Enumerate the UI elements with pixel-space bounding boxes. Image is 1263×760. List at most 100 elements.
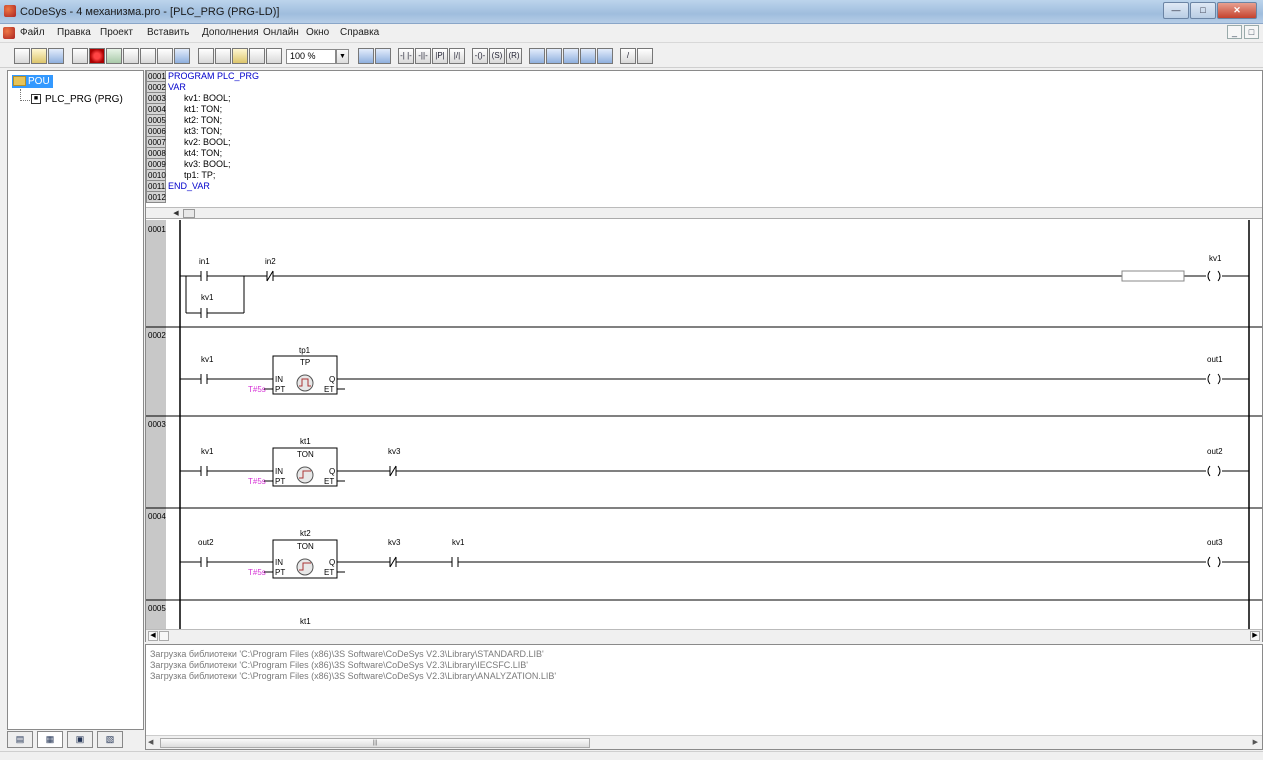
fb-pin-pt: PT	[275, 385, 285, 394]
find-next-icon[interactable]	[266, 48, 282, 64]
maximize-button[interactable]: □	[1190, 2, 1216, 19]
declaration-scrollbar[interactable]: ◀	[146, 207, 1262, 219]
menu-window[interactable]: Окно	[306, 27, 329, 38]
fb-pin-et: ET	[324, 568, 334, 577]
parallel-contact-icon[interactable]: -||-	[415, 48, 431, 64]
message-line: Загрузка библиотеки 'C:\Program Files (x…	[150, 671, 557, 681]
declaration-line[interactable]: 0007 kv2: BOOL;	[146, 137, 231, 148]
negate-icon[interactable]: /	[620, 48, 636, 64]
edge-detect-icon[interactable]	[637, 48, 653, 64]
declaration-line[interactable]: 0008 kt4: TON;	[146, 148, 222, 159]
tab-visualizations[interactable]: ▣	[67, 731, 93, 748]
coil-icon[interactable]: -()-	[472, 48, 488, 64]
scroll-thumb[interactable]	[183, 209, 195, 218]
function-block-icon[interactable]: |P|	[432, 48, 448, 64]
stop-icon[interactable]	[89, 48, 105, 64]
chevron-down-icon[interactable]: ▼	[336, 49, 349, 64]
step-icon[interactable]	[123, 48, 139, 64]
menu-help[interactable]: Справка	[340, 27, 379, 38]
scroll-left-icon[interactable]: ◀	[170, 209, 182, 218]
menu-file[interactable]: Файл	[20, 27, 45, 38]
print-preview-icon[interactable]	[157, 48, 173, 64]
tree-item-pou[interactable]: POU	[12, 75, 53, 88]
login-icon[interactable]	[72, 48, 88, 64]
reset-coil-icon[interactable]: (R)	[506, 48, 522, 64]
title-bar: CoDeSys - 4 механизма.pro - [PLC_PRG (PR…	[0, 0, 1263, 24]
declaration-line[interactable]: 0001 PROGRAM PLC_PRG	[146, 71, 259, 82]
fb-type-tp: TP	[300, 358, 310, 367]
message-window: Загрузка библиотеки 'C:\Program Files (x…	[145, 644, 1263, 750]
tree-item-plc-prg[interactable]: ■ PLC_PRG (PRG)	[31, 93, 123, 106]
scroll-right-icon[interactable]: ▶	[1250, 631, 1260, 641]
pt-value[interactable]: T#5s	[248, 568, 266, 577]
message-horizontal-scrollbar[interactable]: ◀ ||| ▶	[146, 735, 1262, 749]
scroll-left-icon[interactable]: ◀	[148, 631, 158, 641]
declaration-text: kt4: TON;	[184, 148, 223, 158]
declaration-line[interactable]: 0004 kt1: TON;	[146, 104, 222, 115]
pt-value[interactable]: T#5s	[248, 385, 266, 394]
set-coil-icon[interactable]: (S)	[489, 48, 505, 64]
empty-element[interactable]	[1121, 270, 1185, 282]
declaration-line[interactable]: 0010 tp1: TP;	[146, 170, 215, 181]
scroll-left-icon[interactable]: ◀	[148, 738, 153, 746]
comment-icon[interactable]	[597, 48, 613, 64]
menu-online[interactable]: Онлайн	[263, 27, 299, 38]
line-number: 0004	[146, 104, 166, 115]
save-icon[interactable]	[48, 48, 64, 64]
scroll-thumb[interactable]	[159, 631, 169, 641]
new-file-icon[interactable]	[14, 48, 30, 64]
document-icon[interactable]	[3, 27, 15, 39]
declaration-line[interactable]: 0002 VAR	[146, 82, 186, 93]
pt-value[interactable]: T#5s	[248, 477, 266, 486]
declaration-line[interactable]: 0012	[146, 192, 184, 203]
negated-contact-icon[interactable]: |/|	[449, 48, 465, 64]
declaration-line[interactable]: 0011 END_VAR	[146, 181, 210, 192]
mdi-minimize-button[interactable]: _	[1227, 25, 1242, 39]
contact-icon[interactable]: -| |-	[398, 48, 414, 64]
run-icon[interactable]	[106, 48, 122, 64]
cut-icon[interactable]	[198, 48, 214, 64]
menu-insert[interactable]: Вставить	[147, 27, 189, 38]
mdi-restore-button[interactable]: □	[1244, 25, 1259, 39]
fb-type-ton: TON	[297, 542, 314, 551]
network-after-icon[interactable]	[358, 48, 374, 64]
fb-pin-pt: PT	[275, 568, 285, 577]
fb-pin-q: Q	[329, 467, 335, 476]
tab-resources[interactable]: ▧	[97, 731, 123, 748]
ladder-canvas[interactable]: 0001 in1 in2 kv1 kv1 0002 kv1 tp1 TP IN …	[146, 220, 1262, 630]
scroll-thumb[interactable]: |||	[160, 738, 590, 748]
declaration-line[interactable]: 0006 kt3: TON;	[146, 126, 222, 137]
paste-icon[interactable]	[232, 48, 248, 64]
declaration-section[interactable]: 0001 PROGRAM PLC_PRG 0002 VAR 0003 kv1: BOOL;…	[146, 71, 1262, 207]
ladder-horizontal-scrollbar[interactable]: ◀ ▶	[146, 629, 1262, 642]
print-icon[interactable]	[140, 48, 156, 64]
line-number: 0006	[146, 126, 166, 137]
tab-data-types[interactable]: ▦	[37, 731, 63, 748]
box-with-en-icon[interactable]	[546, 48, 562, 64]
menu-extras[interactable]: Дополнения	[202, 27, 259, 38]
contact-label-kv1: kv1	[201, 293, 214, 302]
close-button[interactable]: ✕	[1217, 2, 1257, 19]
declaration-line[interactable]: 0003 kv1: BOOL;	[146, 93, 231, 104]
zoom-combobox[interactable]: 100 %	[286, 49, 336, 64]
box-icon[interactable]	[529, 48, 545, 64]
copy-icon[interactable]	[215, 48, 231, 64]
scroll-right-icon[interactable]: ▶	[1253, 738, 1258, 746]
menu-project[interactable]: Проект	[100, 27, 133, 38]
open-folder-icon[interactable]	[31, 48, 47, 64]
ladder-diagram[interactable]: 0001 in1 in2 kv1 kv1 0002 kv1 tp1 TP IN …	[146, 220, 1262, 630]
tab-pous[interactable]: ▤	[7, 731, 33, 748]
jump-icon[interactable]	[563, 48, 579, 64]
declaration-text	[166, 192, 184, 203]
find-replace-icon[interactable]	[249, 48, 265, 64]
minimize-button[interactable]: —	[1163, 2, 1189, 19]
line-number: 0008	[146, 148, 166, 159]
declaration-line[interactable]: 0009 kv3: BOOL;	[146, 159, 231, 170]
declaration-line[interactable]: 0005 kt2: TON;	[146, 115, 222, 126]
contact-label-in1: in1	[199, 257, 210, 266]
window-controls: — □ ✕	[1162, 2, 1257, 19]
return-icon[interactable]	[580, 48, 596, 64]
find-icon[interactable]	[174, 48, 190, 64]
network-before-icon[interactable]	[375, 48, 391, 64]
menu-edit[interactable]: Правка	[57, 27, 91, 38]
